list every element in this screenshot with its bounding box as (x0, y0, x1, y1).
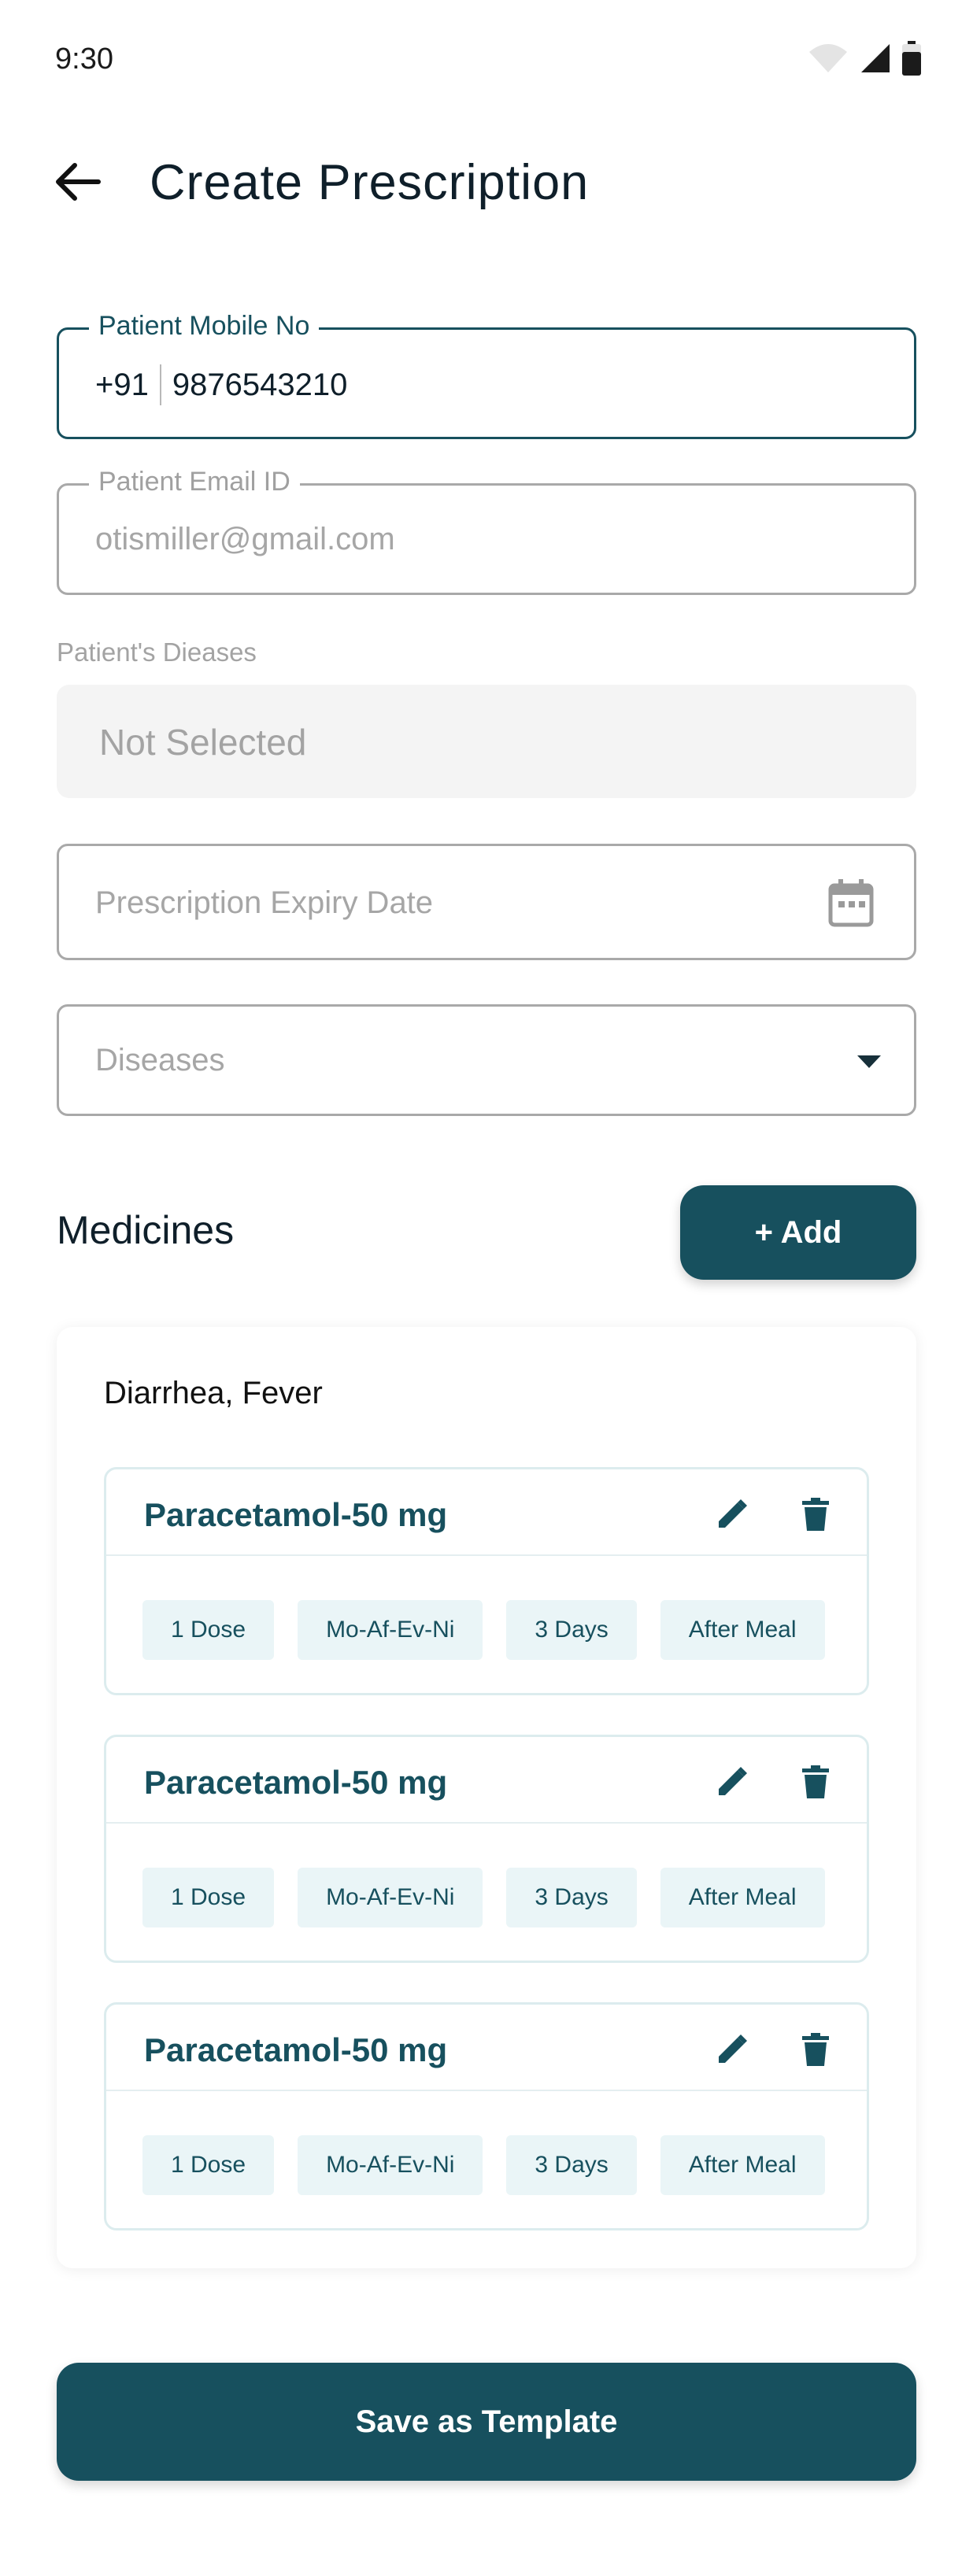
expiry-placeholder: Prescription Expiry Date (95, 885, 434, 920)
calendar-icon[interactable] (827, 878, 875, 928)
trash-icon[interactable] (802, 1765, 829, 1798)
prefix-divider (159, 364, 161, 405)
medicine-header: Paracetamol-50 mg (106, 2005, 867, 2091)
add-medicine-button[interactable]: + Add (680, 1185, 916, 1280)
pencil-icon[interactable] (716, 1765, 749, 1798)
patient-diseases-label: Patient's Dieases (57, 638, 257, 667)
timing-chip: Mo-Af-Ev-Ni (298, 2135, 483, 2195)
patient-email-field[interactable]: Patient Email ID otismiller@gmail.com (57, 467, 916, 595)
medicine-item: Paracetamol-50 mg 1 Dose Mo-Af-Ev-Ni 3 D… (104, 1467, 869, 1695)
medicines-card: Diarrhea, Fever Paracetamol-50 mg 1 Dose… (57, 1327, 916, 2268)
medicine-item: Paracetamol-50 mg 1 Dose Mo-Af-Ev-Ni 3 D… (104, 1735, 869, 1963)
mobile-value[interactable]: 9876543210 (172, 368, 347, 403)
arrow-left-icon (56, 163, 101, 201)
medicines-title: Medicines (57, 1208, 235, 1252)
dose-chip: 1 Dose (142, 2135, 275, 2195)
medicine-chips: 1 Dose Mo-Af-Ev-Ni 3 Days After Meal (142, 2135, 825, 2195)
status-icons (808, 41, 921, 76)
country-code[interactable]: +91 (95, 368, 149, 403)
diseases-dropdown[interactable]: Diseases (57, 1004, 916, 1116)
medicine-chips: 1 Dose Mo-Af-Ev-Ni 3 Days After Meal (142, 1868, 825, 1927)
meal-chip: After Meal (660, 1600, 825, 1660)
create-prescription-screen: 9:30 Create Prescription Patient Mobile … (0, 0, 973, 2576)
timing-chip: Mo-Af-Ev-Ni (298, 1600, 483, 1660)
patient-diseases-value: Not Selected (99, 722, 307, 763)
patient-email-label: Patient Email ID (89, 467, 300, 497)
medicine-name: Paracetamol-50 mg (144, 2031, 448, 2068)
duration-chip: 3 Days (506, 2135, 637, 2195)
save-as-template-button[interactable]: Save as Template (57, 2363, 916, 2481)
pencil-icon[interactable] (716, 2033, 749, 2066)
patient-mobile-label: Patient Mobile No (89, 311, 320, 342)
signal-icon (861, 44, 890, 72)
mobile-input-row: +91 9876543210 (95, 364, 347, 405)
medicine-header: Paracetamol-50 mg (106, 1469, 867, 1556)
trash-icon[interactable] (802, 1498, 829, 1531)
medicine-chips: 1 Dose Mo-Af-Ev-Ni 3 Days After Meal (142, 1600, 825, 1660)
meal-chip: After Meal (660, 2135, 825, 2195)
patient-mobile-field[interactable]: Patient Mobile No +91 9876543210 (57, 311, 916, 439)
medicine-header: Paracetamol-50 mg (106, 1737, 867, 1824)
timing-chip: Mo-Af-Ev-Ni (298, 1868, 483, 1927)
patient-diseases-display: Not Selected (57, 685, 916, 798)
trash-icon[interactable] (802, 2033, 829, 2066)
duration-chip: 3 Days (506, 1868, 637, 1927)
expiry-date-field[interactable]: Prescription Expiry Date (57, 844, 916, 960)
back-button[interactable] (50, 154, 105, 209)
wifi-icon (809, 44, 847, 72)
dose-chip: 1 Dose (142, 1868, 275, 1927)
status-time: 9:30 (55, 43, 113, 76)
medicine-item: Paracetamol-50 mg 1 Dose Mo-Af-Ev-Ni 3 D… (104, 2002, 869, 2230)
pencil-icon[interactable] (716, 1498, 749, 1531)
diseases-placeholder: Diseases (95, 1043, 225, 1077)
email-placeholder: otismiller@gmail.com (95, 522, 395, 556)
medicine-name: Paracetamol-50 mg (144, 1764, 448, 1801)
dropdown-caret-icon (857, 1055, 881, 1068)
page-title: Create Prescription (150, 155, 590, 210)
card-diseases-title: Diarrhea, Fever (104, 1376, 323, 1410)
duration-chip: 3 Days (506, 1600, 637, 1660)
dose-chip: 1 Dose (142, 1600, 275, 1660)
medicine-name: Paracetamol-50 mg (144, 1496, 448, 1533)
meal-chip: After Meal (660, 1868, 825, 1927)
battery-icon (902, 41, 921, 76)
